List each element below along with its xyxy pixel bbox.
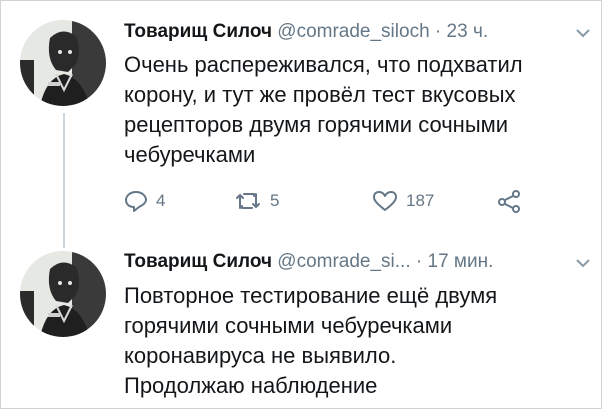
tweet[interactable]: Товарищ Силоч @comrade_si... · 17 мин. П… [0,245,602,409]
tweet-actions: 4 5 187 [124,186,544,216]
tweet-header: Товарищ Силоч @comrade_si... · 17 мин. [124,251,493,277]
retweet-button[interactable]: 5 [234,186,279,216]
timestamp[interactable]: 17 мин. [428,251,494,272]
display-name[interactable]: Товарищ Силоч [124,21,272,42]
reply-icon [124,190,148,212]
separator-dot: · [434,21,442,42]
chevron-down-icon[interactable] [574,254,592,272]
like-button[interactable]: 187 [372,186,434,216]
tweet[interactable]: Товарищ Силоч @comrade_siloch · 23 ч. Оч… [0,0,602,245]
timestamp[interactable]: 23 ч. [447,21,489,42]
retweet-count: 5 [270,191,280,210]
tweet-text-line: коронавируса не выявило. [124,343,397,368]
tweet-text-line: Продолжаю наблюдение [124,373,378,398]
retweet-icon [234,190,262,212]
reply-button[interactable]: 4 [124,186,165,216]
separator-dot: · [415,251,423,272]
tweet-text-line: Очень распереживался, что подхватил [124,52,523,77]
share-button[interactable] [496,186,522,216]
tweet-header: Товарищ Силоч @comrade_siloch · 23 ч. [124,21,488,47]
display-name[interactable]: Товарищ Силоч [124,251,272,272]
tweet-text-line: рецепторов двумя горячими сочными [124,112,509,137]
tweet-text-line: горячими сочными чебуречками [124,313,453,338]
share-icon [496,189,522,213]
tweet-text-line: чебуречками [124,142,256,167]
reply-count: 4 [156,191,166,210]
user-handle[interactable]: @comrade_siloch [277,21,429,42]
avatar[interactable] [20,20,106,106]
tweet-text: Очень распереживался, что подхватил коро… [124,50,594,170]
heart-icon [372,190,398,212]
avatar[interactable] [20,251,106,337]
like-count: 187 [406,191,435,210]
chevron-down-icon[interactable] [574,24,592,42]
tweet-text-line: Повторное тестирование ещё двумя [124,283,498,308]
tweet-text-line: корону, и тут же провёл тест вкусовых [124,82,516,107]
user-handle[interactable]: @comrade_si... [277,251,410,272]
tweet-text: Повторное тестирование ещё двумя горячим… [124,281,594,401]
